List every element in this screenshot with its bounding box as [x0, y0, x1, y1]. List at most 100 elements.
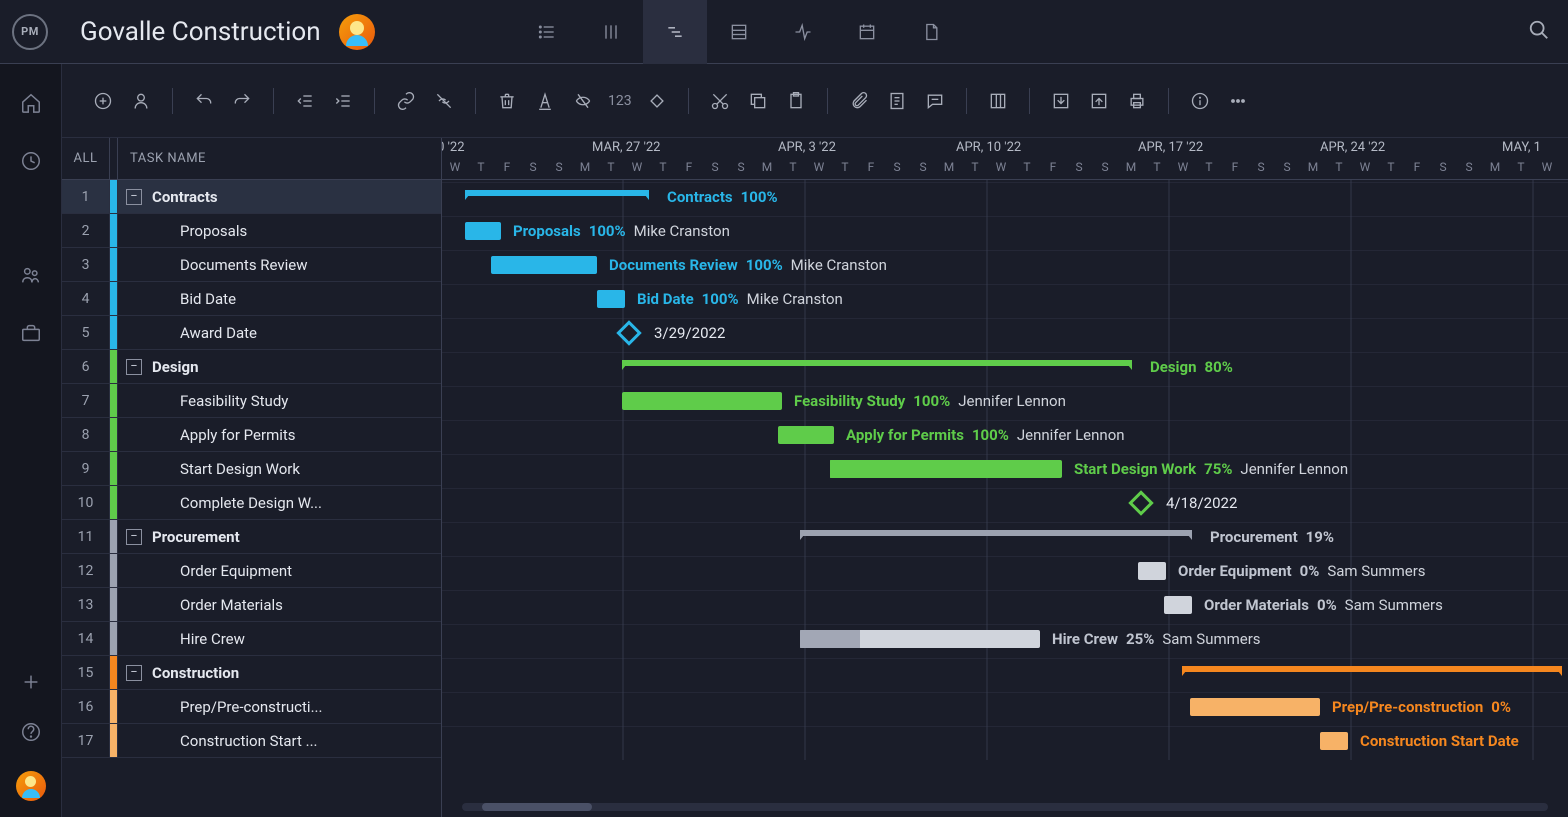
- column-header-all[interactable]: ALL: [62, 138, 110, 179]
- task-row[interactable]: 2 Proposals: [62, 214, 441, 248]
- task-bar[interactable]: [1320, 732, 1348, 750]
- home-icon[interactable]: [20, 92, 42, 114]
- undo-button[interactable]: [189, 86, 219, 116]
- portfolio-icon[interactable]: [20, 322, 42, 344]
- view-tab-activity[interactable]: [771, 0, 835, 64]
- task-bar[interactable]: [465, 222, 501, 240]
- redo-button[interactable]: [227, 86, 257, 116]
- task-row[interactable]: 10 Complete Design W...: [62, 486, 441, 520]
- task-row[interactable]: 3 Documents Review: [62, 248, 441, 282]
- current-user-avatar[interactable]: [16, 771, 46, 801]
- bar-label: Documents Review100%Mike Cranston: [609, 256, 887, 274]
- add-icon[interactable]: [20, 671, 42, 693]
- task-bar[interactable]: [830, 460, 1062, 478]
- task-bar[interactable]: [1138, 562, 1166, 580]
- collapse-toggle[interactable]: −: [126, 665, 142, 681]
- view-tab-sheet[interactable]: [707, 0, 771, 64]
- task-bar[interactable]: [800, 630, 1040, 648]
- day-label: T: [1196, 160, 1222, 178]
- info-button[interactable]: [1185, 86, 1215, 116]
- view-tab-gantt[interactable]: [643, 0, 707, 64]
- view-tab-file[interactable]: [899, 0, 963, 64]
- team-icon[interactable]: [20, 264, 42, 286]
- task-row[interactable]: 17 Construction Start ...: [62, 724, 441, 758]
- notes-button[interactable]: [882, 86, 912, 116]
- task-row[interactable]: 1 − Contracts: [62, 180, 441, 214]
- summary-bar[interactable]: [622, 360, 1132, 366]
- row-color-bar: [110, 622, 118, 655]
- view-tab-list[interactable]: [515, 0, 579, 64]
- copy-button[interactable]: [743, 86, 773, 116]
- bar-label: Bid Date100%Mike Cranston: [637, 290, 843, 308]
- day-label: W: [1170, 160, 1196, 178]
- day-label: W: [806, 160, 832, 178]
- task-row[interactable]: 13 Order Materials: [62, 588, 441, 622]
- row-number: 15: [62, 656, 110, 689]
- more-button[interactable]: [1223, 86, 1253, 116]
- task-row[interactable]: 12 Order Equipment: [62, 554, 441, 588]
- milestone-button[interactable]: [642, 86, 672, 116]
- link-button[interactable]: [391, 86, 421, 116]
- collapse-toggle[interactable]: −: [126, 189, 142, 205]
- recent-icon[interactable]: [20, 150, 42, 172]
- text-style-button[interactable]: [530, 86, 560, 116]
- task-bar[interactable]: [1190, 698, 1320, 716]
- cut-button[interactable]: [705, 86, 735, 116]
- unlink-button[interactable]: [429, 86, 459, 116]
- view-tab-calendar[interactable]: [835, 0, 899, 64]
- user-avatar[interactable]: [339, 14, 375, 50]
- column-header-taskname[interactable]: TASK NAME: [118, 151, 441, 166]
- gantt-chart[interactable]: , 20 '22MAR, 27 '22APR, 3 '22APR, 10 '22…: [442, 138, 1568, 817]
- milestone-icon[interactable]: [1128, 490, 1153, 515]
- day-label: W: [1352, 160, 1378, 178]
- task-name: Documents Review: [170, 256, 441, 274]
- task-row[interactable]: 9 Start Design Work: [62, 452, 441, 486]
- summary-bar[interactable]: [800, 530, 1192, 536]
- task-row[interactable]: 11 − Procurement: [62, 520, 441, 554]
- task-name: Apply for Permits: [170, 426, 441, 444]
- horizontal-scrollbar[interactable]: [462, 803, 1548, 811]
- day-label: F: [494, 160, 520, 178]
- help-icon[interactable]: [20, 721, 42, 743]
- task-name: Design: [142, 358, 441, 376]
- week-label: APR, 10 '22: [956, 140, 1021, 155]
- view-tab-board[interactable]: [579, 0, 643, 64]
- task-row[interactable]: 6 − Design: [62, 350, 441, 384]
- clear-format-button[interactable]: [568, 86, 598, 116]
- search-button[interactable]: [1528, 19, 1550, 45]
- task-bar[interactable]: [778, 426, 834, 444]
- task-row[interactable]: 4 Bid Date: [62, 282, 441, 316]
- task-bar[interactable]: [491, 256, 597, 274]
- collapse-toggle[interactable]: −: [126, 529, 142, 545]
- task-row[interactable]: 5 Award Date: [62, 316, 441, 350]
- task-bar[interactable]: [1164, 596, 1192, 614]
- delete-button[interactable]: [492, 86, 522, 116]
- row-color-bar: [110, 452, 118, 485]
- columns-button[interactable]: [983, 86, 1013, 116]
- day-label: T: [1326, 160, 1352, 178]
- day-label: W: [988, 160, 1014, 178]
- task-bar[interactable]: [597, 290, 625, 308]
- task-row[interactable]: 7 Feasibility Study: [62, 384, 441, 418]
- comment-button[interactable]: [920, 86, 950, 116]
- collapse-toggle[interactable]: −: [126, 359, 142, 375]
- task-row[interactable]: 16 Prep/Pre-constructi...: [62, 690, 441, 724]
- task-row[interactable]: 8 Apply for Permits: [62, 418, 441, 452]
- summary-bar[interactable]: [1182, 666, 1562, 672]
- task-row[interactable]: 14 Hire Crew: [62, 622, 441, 656]
- assign-button[interactable]: [126, 86, 156, 116]
- outdent-button[interactable]: [290, 86, 320, 116]
- app-logo[interactable]: PM: [12, 14, 48, 50]
- task-row[interactable]: 15 − Construction: [62, 656, 441, 690]
- indent-button[interactable]: [328, 86, 358, 116]
- attach-button[interactable]: [844, 86, 874, 116]
- import-button[interactable]: [1046, 86, 1076, 116]
- milestone-icon[interactable]: [616, 320, 641, 345]
- paste-button[interactable]: [781, 86, 811, 116]
- summary-bar[interactable]: [465, 190, 649, 196]
- export-button[interactable]: [1084, 86, 1114, 116]
- row-number: 17: [62, 724, 110, 757]
- print-button[interactable]: [1122, 86, 1152, 116]
- task-bar[interactable]: [622, 392, 782, 410]
- add-task-button[interactable]: [88, 86, 118, 116]
